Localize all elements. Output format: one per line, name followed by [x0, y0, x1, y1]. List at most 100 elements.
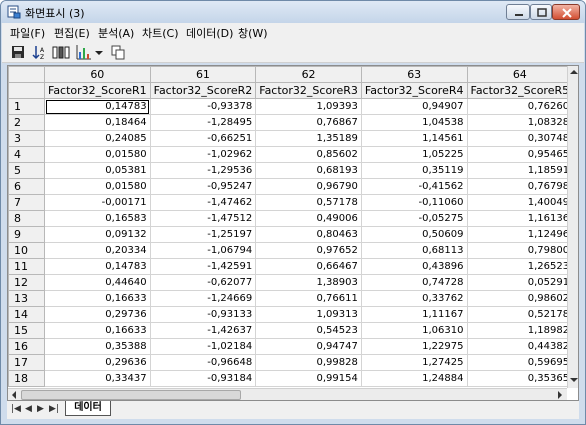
data-cell[interactable]: 0,74728	[360, 274, 468, 291]
data-cell[interactable]: 1,27425	[360, 354, 468, 371]
data-cell[interactable]: -0,93378	[149, 98, 257, 115]
vertical-scrollbar[interactable]	[567, 66, 579, 388]
data-cell[interactable]: 1,09393	[255, 98, 362, 115]
data-cell[interactable]: 0,01580	[44, 146, 151, 163]
row-number[interactable]: 13	[8, 290, 45, 307]
data-cell[interactable]: -1,24669	[149, 290, 257, 307]
data-cell[interactable]: -1,42591	[149, 258, 257, 275]
data-cell[interactable]: -0,11060	[360, 194, 468, 211]
save-icon[interactable]	[10, 44, 26, 60]
menu-data[interactable]: 데이터(D)	[186, 25, 233, 41]
data-grid[interactable]: 60 61 62 63 64 Factor32_ScoreR1 Factor32…	[7, 65, 579, 401]
data-cell[interactable]: -0,05275	[360, 210, 468, 227]
menu-edit[interactable]: 편집(E)	[54, 25, 90, 41]
data-cell[interactable]: 0,98602	[466, 290, 574, 307]
row-number[interactable]: 1	[8, 98, 45, 115]
data-cell[interactable]: 1,05225	[360, 146, 468, 163]
horizontal-scrollbar[interactable]	[8, 388, 567, 400]
data-cell[interactable]: 0,96790	[255, 178, 362, 195]
data-cell[interactable]: -0,93184	[149, 370, 257, 387]
scroll-down-icon[interactable]	[569, 376, 579, 384]
data-cell[interactable]: 1,09313	[255, 306, 362, 323]
row-number[interactable]: 15	[8, 322, 45, 339]
data-cell[interactable]: 1,14561	[360, 130, 468, 147]
scroll-right-icon[interactable]	[556, 390, 564, 400]
column-number[interactable]: 63	[360, 66, 468, 83]
data-cell[interactable]: 0,33437	[44, 370, 151, 387]
column-number[interactable]: 64	[466, 66, 574, 83]
data-cell[interactable]: 0,95465	[466, 146, 574, 163]
data-cell[interactable]: 1,18591	[466, 162, 574, 179]
data-cell[interactable]: 0,49006	[255, 210, 362, 227]
data-cell[interactable]: 0,30748	[466, 130, 574, 147]
data-cell[interactable]: 1,35189	[255, 130, 362, 147]
sort-icon[interactable]: A Z	[32, 44, 48, 60]
data-cell[interactable]: 0,97652	[255, 242, 362, 259]
columns-icon[interactable]	[52, 44, 70, 60]
data-cell[interactable]: 1,06310	[360, 322, 468, 339]
copy-icon[interactable]	[110, 44, 126, 60]
column-header[interactable]: Factor32_ScoreR3	[255, 82, 362, 99]
row-number[interactable]: 6	[8, 178, 45, 195]
data-cell[interactable]: 0,54523	[255, 322, 362, 339]
data-cell[interactable]: 0,16583	[44, 210, 151, 227]
data-cell[interactable]: -1,25197	[149, 226, 257, 243]
data-cell[interactable]: 0,16633	[44, 290, 151, 307]
row-number[interactable]: 17	[8, 354, 45, 371]
data-cell[interactable]: 1,18982	[466, 322, 574, 339]
data-cell[interactable]: 0,76260	[466, 98, 574, 115]
scroll-up-icon[interactable]	[569, 68, 579, 76]
data-cell[interactable]: 0,59695	[466, 354, 574, 371]
data-cell[interactable]: -1,47462	[149, 194, 257, 211]
next-sheet-icon[interactable]: ▶	[37, 404, 44, 414]
row-number[interactable]: 5	[8, 162, 45, 179]
data-cell[interactable]: 0,35119	[360, 162, 468, 179]
data-cell[interactable]: -0,95247	[149, 178, 257, 195]
menu-chart[interactable]: 차트(C)	[142, 25, 179, 41]
close-button[interactable]	[552, 4, 580, 20]
data-cell[interactable]: -0,93133	[149, 306, 257, 323]
data-cell[interactable]: 0,52178	[466, 306, 574, 323]
data-cell[interactable]: 0,85602	[255, 146, 362, 163]
column-header[interactable]: Factor32_ScoreR5	[466, 82, 574, 99]
data-cell[interactable]: 1,08328	[466, 114, 574, 131]
data-cell[interactable]: 1,38903	[255, 274, 362, 291]
data-cell[interactable]: 0,14783	[44, 258, 151, 275]
column-number[interactable]: 60	[44, 66, 151, 83]
row-number[interactable]: 10	[8, 242, 45, 259]
data-cell[interactable]: 1,40049	[466, 194, 574, 211]
data-cell[interactable]: -0,62077	[149, 274, 257, 291]
column-header[interactable]: Factor32_ScoreR4	[360, 82, 468, 99]
title-bar[interactable]: 화면표시 (3)	[1, 1, 585, 23]
row-number[interactable]: 14	[8, 306, 45, 323]
data-cell[interactable]: 1,22975	[360, 338, 468, 355]
horizontal-scroll-thumb[interactable]	[21, 390, 241, 400]
row-number[interactable]: 4	[8, 146, 45, 163]
data-cell[interactable]: 0,79800	[466, 242, 574, 259]
data-cell[interactable]: 0,57178	[255, 194, 362, 211]
data-cell[interactable]: 0,50609	[360, 226, 468, 243]
data-cell[interactable]: 1,16136	[466, 210, 574, 227]
data-cell[interactable]: 0,94747	[255, 338, 362, 355]
data-cell[interactable]: 0,09132	[44, 226, 151, 243]
menu-analyze[interactable]: 분석(A)	[98, 25, 134, 41]
data-cell[interactable]: 0,99828	[255, 354, 362, 371]
row-number[interactable]: 9	[8, 226, 45, 243]
data-cell[interactable]: -0,96648	[149, 354, 257, 371]
data-cell[interactable]: 0,76798	[466, 178, 574, 195]
data-cell[interactable]: 0,44382	[466, 338, 574, 355]
sheet-tab-data[interactable]: 데이터	[65, 401, 111, 416]
data-cell[interactable]: -1,29536	[149, 162, 257, 179]
data-cell[interactable]: 0,76611	[255, 290, 362, 307]
column-number[interactable]: 61	[149, 66, 257, 83]
data-cell[interactable]: 0,33762	[360, 290, 468, 307]
data-cell[interactable]: 0,44640	[44, 274, 151, 291]
data-cell[interactable]: -1,02184	[149, 338, 257, 355]
column-header[interactable]: Factor32_ScoreR2	[149, 82, 257, 99]
data-cell[interactable]: 0,24085	[44, 130, 151, 147]
bar-chart-icon[interactable]	[76, 44, 92, 60]
data-cell[interactable]: 0,20334	[44, 242, 151, 259]
data-cell[interactable]: 0,76867	[255, 114, 362, 131]
data-cell[interactable]: -1,42637	[149, 322, 257, 339]
chevron-down-icon[interactable]	[94, 44, 104, 60]
